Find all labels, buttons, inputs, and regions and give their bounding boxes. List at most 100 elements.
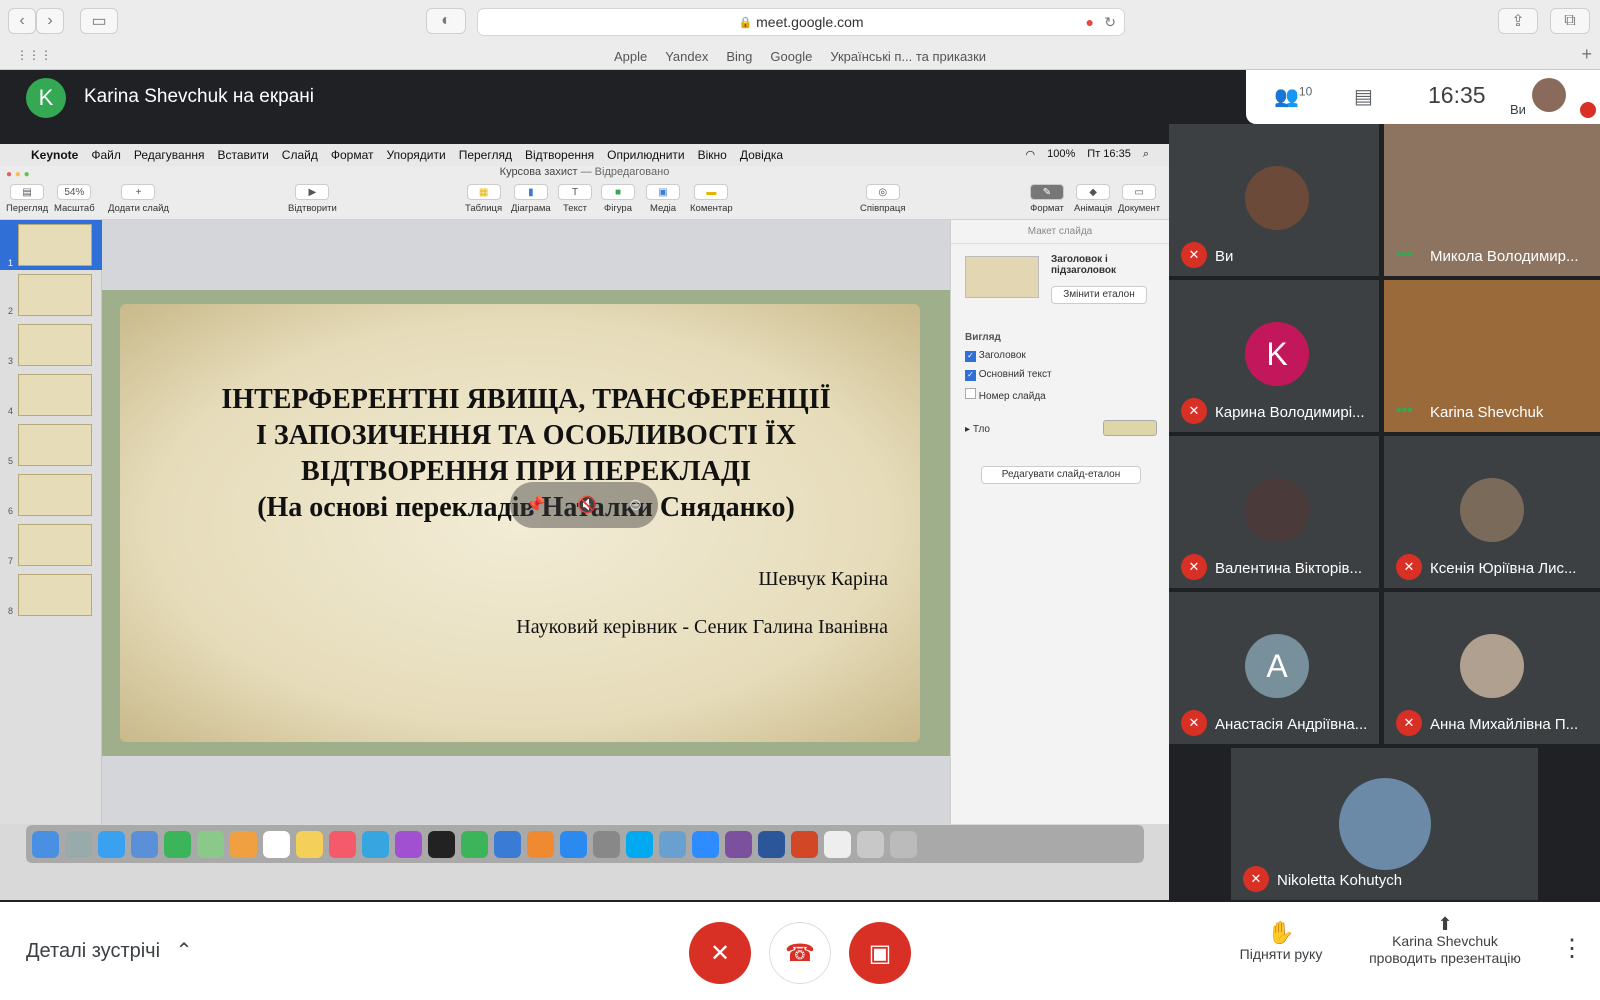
sidebar-toggle-icon[interactable]: ▭ — [80, 8, 118, 34]
telegram-icon[interactable] — [362, 830, 389, 858]
app-store-icon[interactable] — [560, 830, 587, 858]
folder-icon[interactable] — [857, 830, 884, 858]
title-checkbox[interactable]: ✓ Заголовок — [965, 350, 1026, 362]
app-menu[interactable]: Keynote — [31, 148, 78, 162]
favorite-link[interactable]: Bing — [726, 49, 752, 64]
maps-icon[interactable] — [197, 830, 224, 858]
mail-icon[interactable] — [131, 830, 158, 858]
menu-item[interactable]: Довідка — [740, 148, 783, 162]
slide-number-checkbox[interactable]: Номер слайда — [965, 388, 1046, 402]
remove-icon[interactable]: ⊖ — [629, 495, 642, 515]
finder-icon[interactable] — [32, 830, 59, 858]
slide-thumbnail[interactable] — [18, 324, 92, 366]
slide-thumbnail[interactable] — [18, 424, 92, 466]
slide-thumbnail[interactable] — [18, 374, 92, 416]
menu-item[interactable]: Вставити — [217, 148, 268, 162]
slide-thumbnail[interactable] — [18, 524, 92, 566]
self-avatar[interactable] — [1532, 78, 1566, 112]
numbers-icon[interactable] — [461, 830, 488, 858]
word-icon[interactable] — [758, 830, 785, 858]
animate-icon[interactable]: ◆ — [1076, 184, 1111, 200]
facetime-icon[interactable] — [164, 830, 191, 858]
new-tab-icon[interactable]: + — [1581, 44, 1592, 65]
share-icon[interactable]: ⇪ — [1498, 8, 1538, 34]
media-icon[interactable]: ▣ — [646, 184, 680, 200]
privacy-shield-icon[interactable]: ◐ — [426, 8, 466, 34]
edit-master-button[interactable]: Редагувати слайд-еталон — [981, 466, 1141, 484]
raise-hand-button[interactable]: ✋ Підняти руку — [1226, 920, 1336, 962]
meeting-details-button[interactable]: Деталі зустрічі ⌃ — [26, 938, 192, 963]
menu-item[interactable]: Оприлюднити — [607, 148, 684, 162]
document-icon[interactable] — [824, 830, 851, 858]
camera-toggle-button[interactable]: ▣ — [849, 922, 911, 984]
zoom-select[interactable]: 54% — [57, 184, 92, 200]
favorite-link[interactable]: Yandex — [665, 49, 708, 64]
menu-item[interactable]: Файл — [91, 148, 121, 162]
menu-item[interactable]: Слайд — [282, 148, 318, 162]
slide-thumbnail[interactable] — [18, 474, 92, 516]
zoom-icon[interactable] — [692, 830, 719, 858]
add-slide-icon[interactable]: + — [121, 184, 156, 200]
keynote-icon[interactable] — [494, 830, 521, 858]
back-button[interactable]: ‹ — [8, 8, 36, 34]
reload-icon[interactable]: ↻ — [1104, 14, 1116, 31]
participant-tile[interactable]: ✕ Анна Михайлівна П... — [1384, 592, 1600, 744]
address-bar[interactable]: 🔒 meet.google.com ● ↻ — [477, 8, 1125, 36]
participant-tile[interactable]: ✕ Ксенія Юріївна Лис... — [1384, 436, 1600, 588]
wifi-icon[interactable]: ◠ — [1026, 148, 1036, 161]
background-color-well[interactable] — [1103, 420, 1157, 436]
participant-tile[interactable]: ••• Микола Володимир... — [1384, 124, 1600, 276]
spotlight-icon[interactable]: ⌕ — [1143, 148, 1149, 161]
notes-icon[interactable] — [296, 830, 323, 858]
menu-item[interactable]: Відтворення — [525, 148, 594, 162]
participant-tile[interactable]: A ✕ Анастасія Андріївна... — [1169, 592, 1379, 744]
shape-icon[interactable]: ■ — [601, 184, 635, 200]
menu-item[interactable]: Формат — [331, 148, 374, 162]
collaborate-icon[interactable]: ◎ — [865, 184, 900, 200]
skype-icon[interactable] — [626, 830, 653, 858]
launchpad-icon[interactable] — [65, 830, 92, 858]
chart-icon[interactable]: ▮ — [513, 184, 548, 200]
chat-icon[interactable]: ▤ — [1354, 84, 1373, 109]
window-buttons[interactable]: ● ● ● — [6, 169, 30, 180]
slide-thumbnail[interactable] — [18, 274, 92, 316]
pages-icon[interactable] — [527, 830, 554, 858]
change-master-button[interactable]: Змінити еталон — [1051, 286, 1147, 304]
format-icon[interactable]: ✎ — [1030, 184, 1064, 200]
music-icon[interactable] — [329, 830, 356, 858]
menu-item[interactable]: Вікно — [698, 148, 727, 162]
preview-icon[interactable] — [659, 830, 686, 858]
background-disclosure[interactable]: ▸ Тло — [965, 424, 990, 435]
slide-thumbnail[interactable] — [18, 224, 92, 266]
photos-icon[interactable] — [230, 830, 257, 858]
favorite-link[interactable]: Українські п... та приказки — [830, 49, 986, 64]
table-icon[interactable]: ▦ — [466, 184, 501, 200]
pin-icon[interactable]: 📌 — [526, 495, 546, 515]
body-checkbox[interactable]: ✓ Основний текст — [965, 369, 1052, 381]
forward-button[interactable]: › — [36, 8, 64, 34]
powerpoint-icon[interactable] — [791, 830, 818, 858]
menu-item[interactable]: Упорядити — [386, 148, 445, 162]
play-icon[interactable]: ▶ — [295, 184, 330, 200]
viber-icon[interactable] — [725, 830, 752, 858]
view-icon[interactable]: ▤ — [10, 184, 45, 200]
more-options-icon[interactable]: ⋮ — [1560, 934, 1584, 963]
mute-presenter-icon[interactable]: 🔇 — [577, 495, 597, 515]
leave-call-button[interactable]: ☎ — [769, 922, 831, 984]
comment-icon[interactable]: ▬ — [694, 184, 729, 200]
presentation-status[interactable]: ⬆ Karina Shevchuk проводить презентацію — [1356, 915, 1534, 967]
participant-tile[interactable]: ✕ Nikoletta Kohutych — [1231, 748, 1538, 900]
participant-tile[interactable]: ••• Karina Shevchuk — [1384, 280, 1600, 432]
mic-toggle-button[interactable]: ✕ — [689, 922, 751, 984]
participant-tile[interactable]: K ✕ Карина Володимирі... — [1169, 280, 1379, 432]
favorite-link[interactable]: Google — [770, 49, 812, 64]
document-icon[interactable]: ▭ — [1122, 184, 1157, 200]
safari-icon[interactable] — [98, 830, 125, 858]
favorite-link[interactable]: Apple — [614, 49, 647, 64]
people-icon[interactable]: 👥10 — [1274, 84, 1312, 109]
tv-icon[interactable] — [428, 830, 455, 858]
settings-icon[interactable] — [593, 830, 620, 858]
menu-item[interactable]: Редагування — [134, 148, 205, 162]
text-icon[interactable]: T — [558, 184, 592, 200]
calendar-icon[interactable] — [263, 830, 290, 858]
